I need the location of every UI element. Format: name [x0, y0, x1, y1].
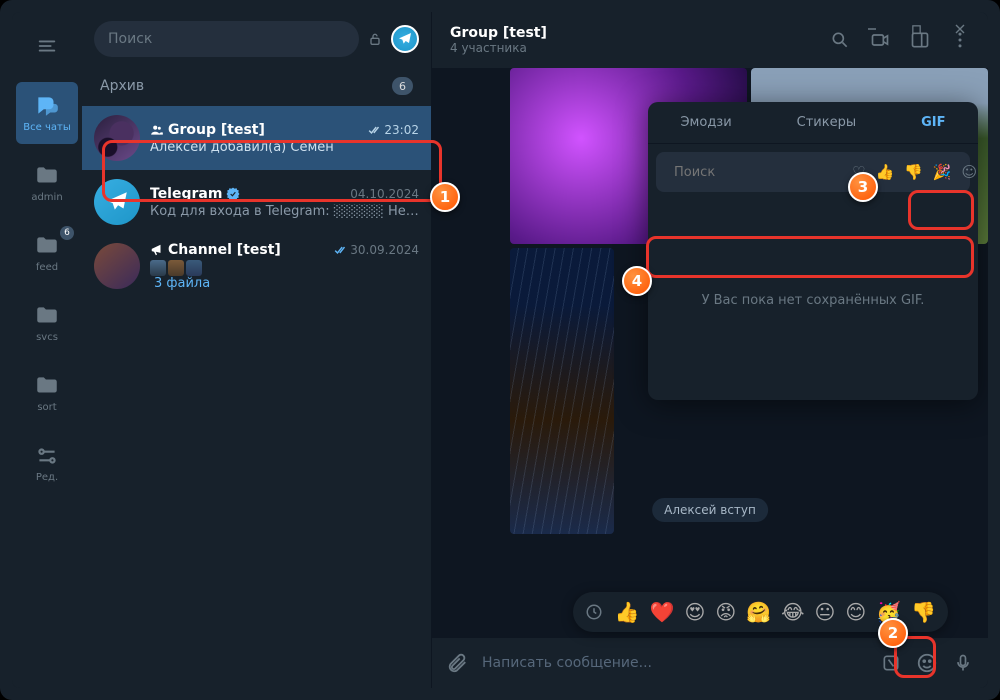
- menu-button[interactable]: [27, 26, 67, 66]
- annotation-badge-1: 1: [430, 182, 460, 212]
- chat-preview: 3 файла: [150, 260, 419, 291]
- recent-icon: [585, 603, 603, 621]
- emoji-tab-gif[interactable]: GIF: [913, 111, 953, 134]
- rail-folder-svcs[interactable]: svcs: [16, 292, 78, 354]
- emoji-item[interactable]: 👍: [615, 600, 640, 624]
- chat-list-column: Поиск Архив 6 Group [test] 23:02 Алексей…: [82, 12, 432, 688]
- rail-label: feed: [36, 262, 58, 273]
- emoji-panel: Эмодзи Стикеры GIF ♡ 👍 👎 🎉 ☺ ☹ У Вас пок…: [648, 102, 978, 400]
- maximize-button[interactable]: [904, 17, 928, 41]
- chat-subtitle: 4 участника: [450, 41, 547, 55]
- archive-count-badge: 6: [392, 77, 413, 95]
- close-button[interactable]: [948, 17, 972, 41]
- reaction-thumbsdown-icon[interactable]: 👎: [904, 163, 923, 181]
- gif-empty-state: У Вас пока нет сохранённых GIF.: [648, 200, 978, 400]
- telegram-logo-icon[interactable]: [391, 25, 419, 53]
- rail-folder-admin[interactable]: admin: [16, 152, 78, 214]
- chat-preview: Алексей добавил(а) Семён: [150, 140, 419, 155]
- archive-label: Архив: [100, 78, 144, 94]
- rail-label: svcs: [36, 332, 58, 343]
- channel-icon: [150, 243, 164, 257]
- window-titlebar: [844, 12, 988, 46]
- rail-folder-feed[interactable]: 6 feed: [16, 222, 78, 284]
- chat-main: Group [test] 4 участника Алексей вступ Э…: [432, 12, 988, 688]
- file-thumb-icon: [186, 260, 202, 276]
- service-message: Алексей вступ: [652, 498, 768, 522]
- chat-list: Group [test] 23:02 Алексей добавил(а) Се…: [82, 106, 431, 688]
- file-thumb-icon: [150, 260, 166, 276]
- rail-all-chats[interactable]: Все чаты: [16, 82, 78, 144]
- rail-label: admin: [31, 192, 62, 203]
- emoji-item[interactable]: 🤗: [746, 600, 771, 624]
- chat-item-group-test[interactable]: Group [test] 23:02 Алексей добавил(а) Се…: [82, 106, 431, 170]
- search-input[interactable]: Поиск: [94, 21, 359, 57]
- emoji-item[interactable]: ❤️: [650, 600, 675, 624]
- emoji-item[interactable]: 😍: [684, 600, 705, 624]
- message-input[interactable]: Написать сообщение...: [482, 655, 866, 671]
- commands-button[interactable]: [880, 653, 902, 673]
- file-thumb-icon: [168, 260, 184, 276]
- rail-label: sort: [37, 402, 56, 413]
- rail-label: Ред.: [36, 472, 58, 483]
- rail-edit[interactable]: Ред.: [16, 432, 78, 494]
- emoji-item[interactable]: 😊: [845, 600, 866, 624]
- emoji-button[interactable]: [916, 652, 938, 674]
- rail-label: Все чаты: [23, 122, 70, 133]
- annotation-badge-2: 2: [878, 618, 908, 648]
- emoji-item[interactable]: 😡: [715, 600, 736, 624]
- reaction-party-icon[interactable]: 🎉: [933, 163, 952, 181]
- minimize-button[interactable]: [860, 17, 884, 41]
- annotation-badge-4: 4: [622, 266, 652, 296]
- chat-files-text: 3 файла: [154, 276, 210, 291]
- voice-button[interactable]: [952, 653, 974, 673]
- chat-item-telegram[interactable]: Telegram 04.10.2024 Код для входа в Tele…: [82, 170, 431, 234]
- media-message[interactable]: [510, 248, 614, 534]
- annotation-badge-3: 3: [848, 172, 878, 202]
- reaction-smile-icon[interactable]: ☺: [962, 163, 978, 181]
- group-icon: [150, 123, 164, 137]
- chat-time-text: 23:02: [384, 123, 419, 137]
- avatar: [94, 243, 140, 289]
- search-placeholder: Поиск: [108, 31, 152, 47]
- avatar: [94, 179, 140, 225]
- chat-name-text: Channel [test]: [168, 242, 281, 258]
- emoji-item[interactable]: 👎: [911, 600, 936, 624]
- gif-search-input[interactable]: [674, 165, 844, 180]
- emoji-item[interactable]: 😐: [814, 600, 835, 624]
- chat-item-channel-test[interactable]: Channel [test] 30.09.2024 3 файла: [82, 234, 431, 298]
- verified-icon: [226, 187, 240, 201]
- folders-rail: Все чаты admin 6 feed svcs sort Ред.: [12, 12, 82, 688]
- gif-search-row: ♡ 👍 👎 🎉 ☺ ☹: [656, 152, 970, 192]
- chat-title: Group [test]: [450, 25, 547, 41]
- avatar: [94, 115, 140, 161]
- reaction-thumbsup-icon[interactable]: 👍: [875, 163, 894, 181]
- chat-name-text: Group [test]: [168, 122, 265, 138]
- rail-folder-sort[interactable]: sort: [16, 362, 78, 424]
- rail-badge: 6: [60, 226, 74, 240]
- chat-time-text: 04.10.2024: [350, 187, 419, 201]
- archive-row[interactable]: Архив 6: [82, 66, 431, 106]
- chat-time-text: 30.09.2024: [350, 243, 419, 257]
- emoji-tab-emoji[interactable]: Эмодзи: [672, 111, 739, 134]
- read-checks-icon: [334, 243, 348, 257]
- read-checks-icon: [368, 123, 382, 137]
- search-row: Поиск: [82, 12, 431, 66]
- attach-button[interactable]: [446, 652, 468, 674]
- lock-icon[interactable]: [367, 31, 383, 47]
- emoji-item[interactable]: 😂: [781, 600, 804, 624]
- emoji-tab-stickers[interactable]: Стикеры: [789, 111, 864, 134]
- compose-bar: Написать сообщение...: [432, 638, 988, 688]
- chat-name-text: Telegram: [150, 186, 222, 202]
- chat-preview: Код для входа в Telegram: ░░░░░ Не давай…: [150, 204, 419, 219]
- emoji-panel-tabs: Эмодзи Стикеры GIF: [648, 102, 978, 144]
